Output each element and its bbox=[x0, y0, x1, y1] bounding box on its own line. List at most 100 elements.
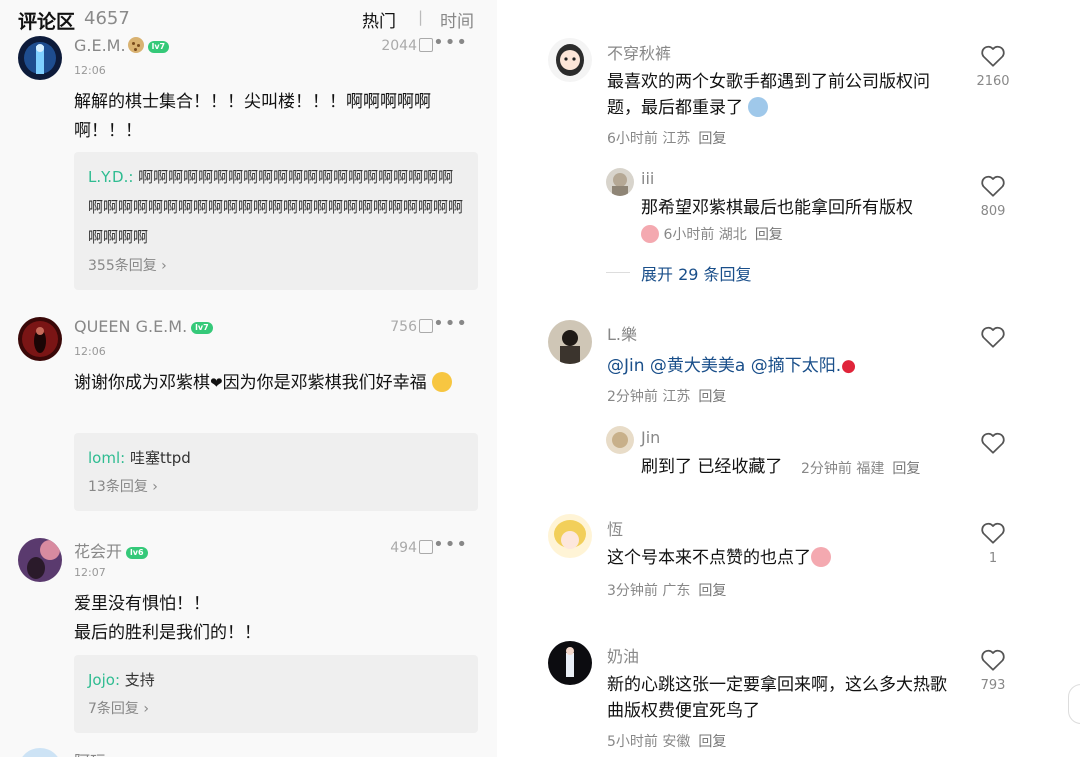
like-button[interactable]: 756 bbox=[390, 319, 433, 335]
reply-link[interactable]: 回复 bbox=[892, 461, 920, 477]
like-button[interactable] bbox=[963, 431, 1023, 459]
comment-text: 那希望邓紫棋最后也能拿回所有版权 bbox=[641, 198, 913, 218]
reply-text: 啊啊啊啊啊啊啊啊啊啊啊啊啊啊啊啊啊啊啊啊啊啊啊啊啊啊啊啊啊啊啊啊啊啊啊啊啊啊啊啊… bbox=[88, 168, 464, 246]
comment-time: 12:06 bbox=[74, 64, 106, 77]
reply-preview[interactable]: Jojo: 支持 7条回复 › bbox=[74, 655, 478, 733]
avatar[interactable] bbox=[548, 320, 592, 364]
reply-link[interactable]: 回复 bbox=[698, 734, 726, 750]
comment-item: 奶油 新的心跳这张一定要拿回来啊，这么多大热歌曲版权费便宜死鸟了 5小时前 安徽… bbox=[548, 641, 1018, 757]
floating-scroll-button[interactable] bbox=[1068, 684, 1080, 724]
reply-count-link[interactable]: 13条回复 › bbox=[88, 476, 464, 496]
heart-icon bbox=[981, 522, 1005, 544]
comment-text: 最喜欢的两个女歌手都遇到了前公司版权问题，最后都重录了 bbox=[607, 72, 930, 118]
comment-time: 12:06 bbox=[74, 345, 106, 358]
reply-text: 哇塞ttpd bbox=[129, 449, 191, 467]
comment-text: 爱里没有惧怕！！ 最后的胜利是我们的！！ bbox=[74, 594, 261, 643]
comment-meta: 2分钟前 江苏 回复 bbox=[607, 389, 727, 405]
tab-time[interactable]: 时间 bbox=[440, 7, 474, 32]
comment-item: 阿玩lv6 bbox=[18, 748, 478, 757]
black-heart-icon: ❤ bbox=[210, 374, 223, 392]
reply-username[interactable]: loml: bbox=[88, 449, 125, 467]
username[interactable]: 阿玩lv6 bbox=[74, 748, 132, 757]
pig-emoji-icon bbox=[811, 547, 831, 567]
reply-item: Jin 刷到了 已经收藏了 2分钟前 福建 回复 bbox=[606, 426, 1018, 486]
level-badge: lv6 bbox=[126, 547, 148, 559]
tab-divider: | bbox=[418, 8, 424, 26]
avatar[interactable] bbox=[606, 168, 634, 196]
like-button[interactable] bbox=[963, 325, 1023, 353]
comment-item: L.樂 @Jin @黄大美美a @摘下太阳.● 2分钟前 江苏 回复 bbox=[548, 320, 1018, 410]
comment-item: 恆 这个号本来不点赞的也点了 3分钟前 广东 回复 1 bbox=[548, 514, 1018, 604]
comment-item: 花会开 lv6 12:07 494 ••• 爱里没有惧怕！！ 最后的胜利是我们的！… bbox=[18, 534, 478, 738]
comment-item: QUEEN G.E.M. lv7 12:06 756 ••• 谢谢你成为邓紫棋❤因… bbox=[18, 313, 478, 517]
left-comment-panel: 评论区 4657 热门 | 时间 G.E.M. lv7 12:06 2044 ••… bbox=[0, 0, 497, 757]
comment-meta: 3分钟前 广东 回复 bbox=[607, 583, 727, 599]
reply-link[interactable]: 回复 bbox=[698, 131, 726, 147]
comment-section-header: 评论区 4657 热门 | 时间 bbox=[18, 4, 478, 33]
reply-preview[interactable]: loml: 哇塞ttpd 13条回复 › bbox=[74, 433, 478, 511]
expand-replies-button[interactable]: 展开 29 条回复 bbox=[641, 261, 752, 285]
thumb-up-icon bbox=[419, 38, 433, 52]
heart-icon bbox=[981, 45, 1005, 67]
reply-username[interactable]: L.Y.D.: bbox=[88, 168, 133, 186]
like-button[interactable]: 793 bbox=[963, 648, 1023, 693]
avatar[interactable] bbox=[18, 538, 62, 582]
username[interactable]: G.E.M. lv7 bbox=[74, 36, 170, 55]
avatar[interactable] bbox=[18, 317, 62, 361]
username[interactable]: L.樂 bbox=[607, 321, 637, 345]
like-button[interactable]: 809 bbox=[963, 174, 1023, 219]
comment-text: 解解的棋士集合！！！尖叫楼！！！啊啊啊啊啊啊！！！ bbox=[74, 92, 431, 141]
avatar[interactable] bbox=[18, 36, 62, 80]
reply-count-link[interactable]: 355条回复 › bbox=[88, 255, 464, 275]
reply-count-link[interactable]: 7条回复 › bbox=[88, 698, 464, 718]
heart-icon bbox=[981, 175, 1005, 197]
comment-meta: 2分钟前 福建 回复 bbox=[801, 461, 921, 477]
reply-link[interactable]: 回复 bbox=[698, 389, 726, 405]
avatar[interactable] bbox=[548, 514, 592, 558]
reply-link[interactable]: 回复 bbox=[698, 583, 726, 599]
like-button[interactable]: 2044 bbox=[381, 38, 433, 54]
thumb-up-icon bbox=[419, 540, 433, 554]
username[interactable]: 不穿秋裤 bbox=[607, 40, 671, 64]
reply-preview[interactable]: L.Y.D.: 啊啊啊啊啊啊啊啊啊啊啊啊啊啊啊啊啊啊啊啊啊啊啊啊啊啊啊啊啊啊啊啊… bbox=[74, 152, 478, 290]
reply-username[interactable]: Jojo: bbox=[88, 671, 120, 689]
tab-hot[interactable]: 热门 bbox=[362, 7, 396, 32]
right-comment-panel: 不穿秋裤 最喜欢的两个女歌手都遇到了前公司版权问题，最后都重录了 6小时前 江苏… bbox=[497, 0, 1080, 757]
username[interactable]: 奶油 bbox=[607, 643, 639, 667]
comment-text: 新的心跳这张一定要拿回来啊，这么多大热歌曲版权费便宜死鸟了 bbox=[607, 675, 947, 721]
username[interactable]: Jin bbox=[641, 428, 660, 447]
expand-divider bbox=[606, 272, 630, 273]
reply-link[interactable]: 回复 bbox=[755, 227, 783, 243]
avatar[interactable] bbox=[548, 38, 592, 82]
like-button[interactable]: 2160 bbox=[963, 44, 1023, 89]
like-button[interactable]: 494 bbox=[390, 540, 433, 556]
comment-item: 不穿秋裤 最喜欢的两个女歌手都遇到了前公司版权问题，最后都重录了 6小时前 江苏… bbox=[548, 38, 1018, 148]
username[interactable]: 恆 bbox=[607, 516, 623, 540]
comment-time: 12:07 bbox=[74, 566, 106, 579]
mention-link[interactable]: @摘下太阳. bbox=[751, 356, 841, 376]
more-options-icon[interactable]: ••• bbox=[433, 313, 468, 334]
comment-count: 4657 bbox=[84, 8, 130, 29]
level-badge: lv7 bbox=[147, 41, 170, 53]
heart-icon bbox=[981, 432, 1005, 454]
avatar[interactable] bbox=[548, 641, 592, 685]
comment-meta: 5小时前 安徽 回复 bbox=[607, 734, 727, 750]
mention-link[interactable]: @黄大美美a bbox=[650, 356, 745, 376]
username[interactable]: QUEEN G.E.M. lv7 bbox=[74, 317, 213, 336]
more-options-icon[interactable]: ••• bbox=[433, 32, 468, 53]
comment-meta: 6小时前 湖北 回复 bbox=[641, 224, 783, 244]
comment-meta: 6小时前 江苏 回复 bbox=[607, 131, 727, 147]
username[interactable]: iii bbox=[641, 169, 654, 188]
more-options-icon[interactable]: ••• bbox=[433, 534, 468, 555]
thumb-up-icon bbox=[419, 319, 433, 333]
mention-link[interactable]: @Jin bbox=[607, 356, 645, 376]
avatar[interactable] bbox=[18, 748, 62, 757]
username[interactable]: 花会开 lv6 bbox=[74, 538, 148, 562]
like-button[interactable]: 1 bbox=[963, 521, 1023, 566]
heart-icon bbox=[981, 649, 1005, 671]
comment-text: 谢谢你成为邓紫棋❤因为你是邓紫棋我们好幸福 bbox=[74, 369, 478, 398]
pig-emoji-icon bbox=[641, 225, 659, 243]
like-count: 793 bbox=[980, 678, 1006, 693]
avatar[interactable] bbox=[606, 426, 634, 454]
comment-text: 这个号本来不点赞的也点了 bbox=[607, 545, 927, 571]
